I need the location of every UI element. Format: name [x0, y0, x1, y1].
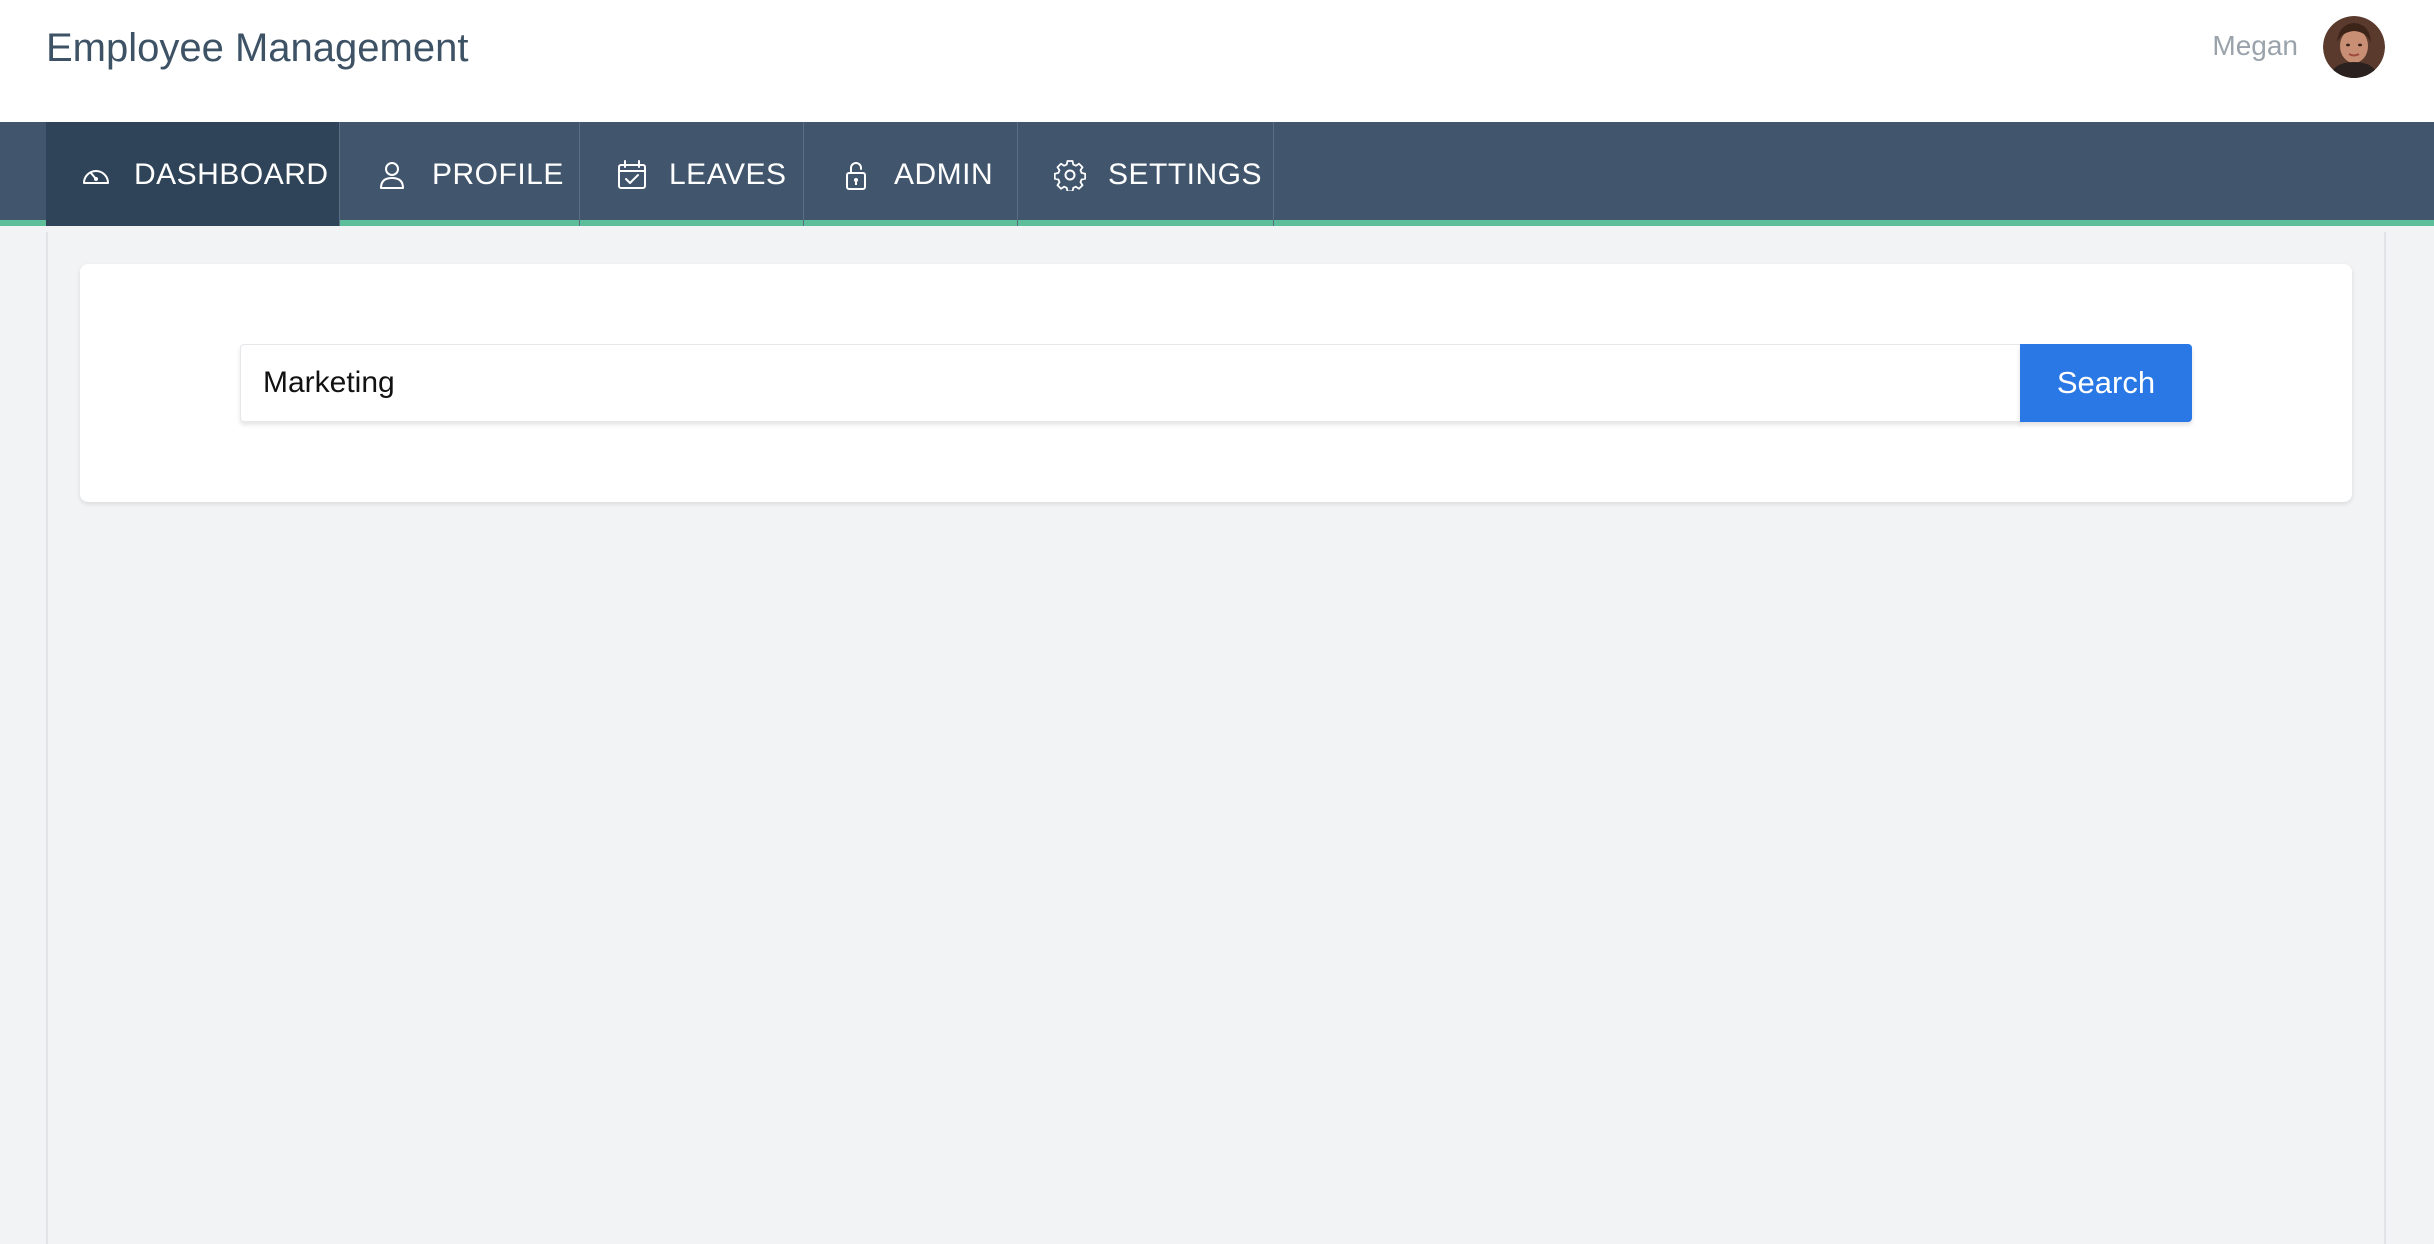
- nav-item-admin[interactable]: ADMIN: [804, 122, 1018, 226]
- nav-item-leaves[interactable]: LEAVES: [580, 122, 804, 226]
- main-nav: DASHBOARD PROFILE LEAVES ADMIN SETTINGS: [0, 122, 2434, 226]
- gear-icon: [1054, 160, 1086, 191]
- calendar-check-icon: [618, 160, 646, 189]
- nav-label: SETTINGS: [1108, 158, 1263, 191]
- nav-label: ADMIN: [894, 158, 994, 191]
- app-title: Employee Management: [46, 26, 469, 70]
- lock-icon: [846, 162, 866, 190]
- user-name[interactable]: Megan: [2212, 28, 2298, 64]
- nav-item-profile[interactable]: PROFILE: [340, 122, 580, 226]
- search-input[interactable]: [240, 344, 2022, 422]
- nav-item-settings[interactable]: SETTINGS: [1018, 122, 1274, 226]
- nav-item-dashboard[interactable]: DASHBOARD: [46, 122, 340, 226]
- user-icon: [380, 162, 404, 189]
- nav-label: LEAVES: [669, 158, 787, 191]
- avatar-image: [2323, 16, 2385, 78]
- search-button[interactable]: Search: [2020, 344, 2192, 422]
- dashboard-gauge-icon: [83, 170, 109, 184]
- nav-label: DASHBOARD: [134, 158, 329, 191]
- nav-label: PROFILE: [432, 158, 564, 191]
- top-header: Employee Management Megan: [0, 0, 2434, 122]
- search-card: Search: [80, 264, 2352, 502]
- avatar[interactable]: [2323, 16, 2385, 78]
